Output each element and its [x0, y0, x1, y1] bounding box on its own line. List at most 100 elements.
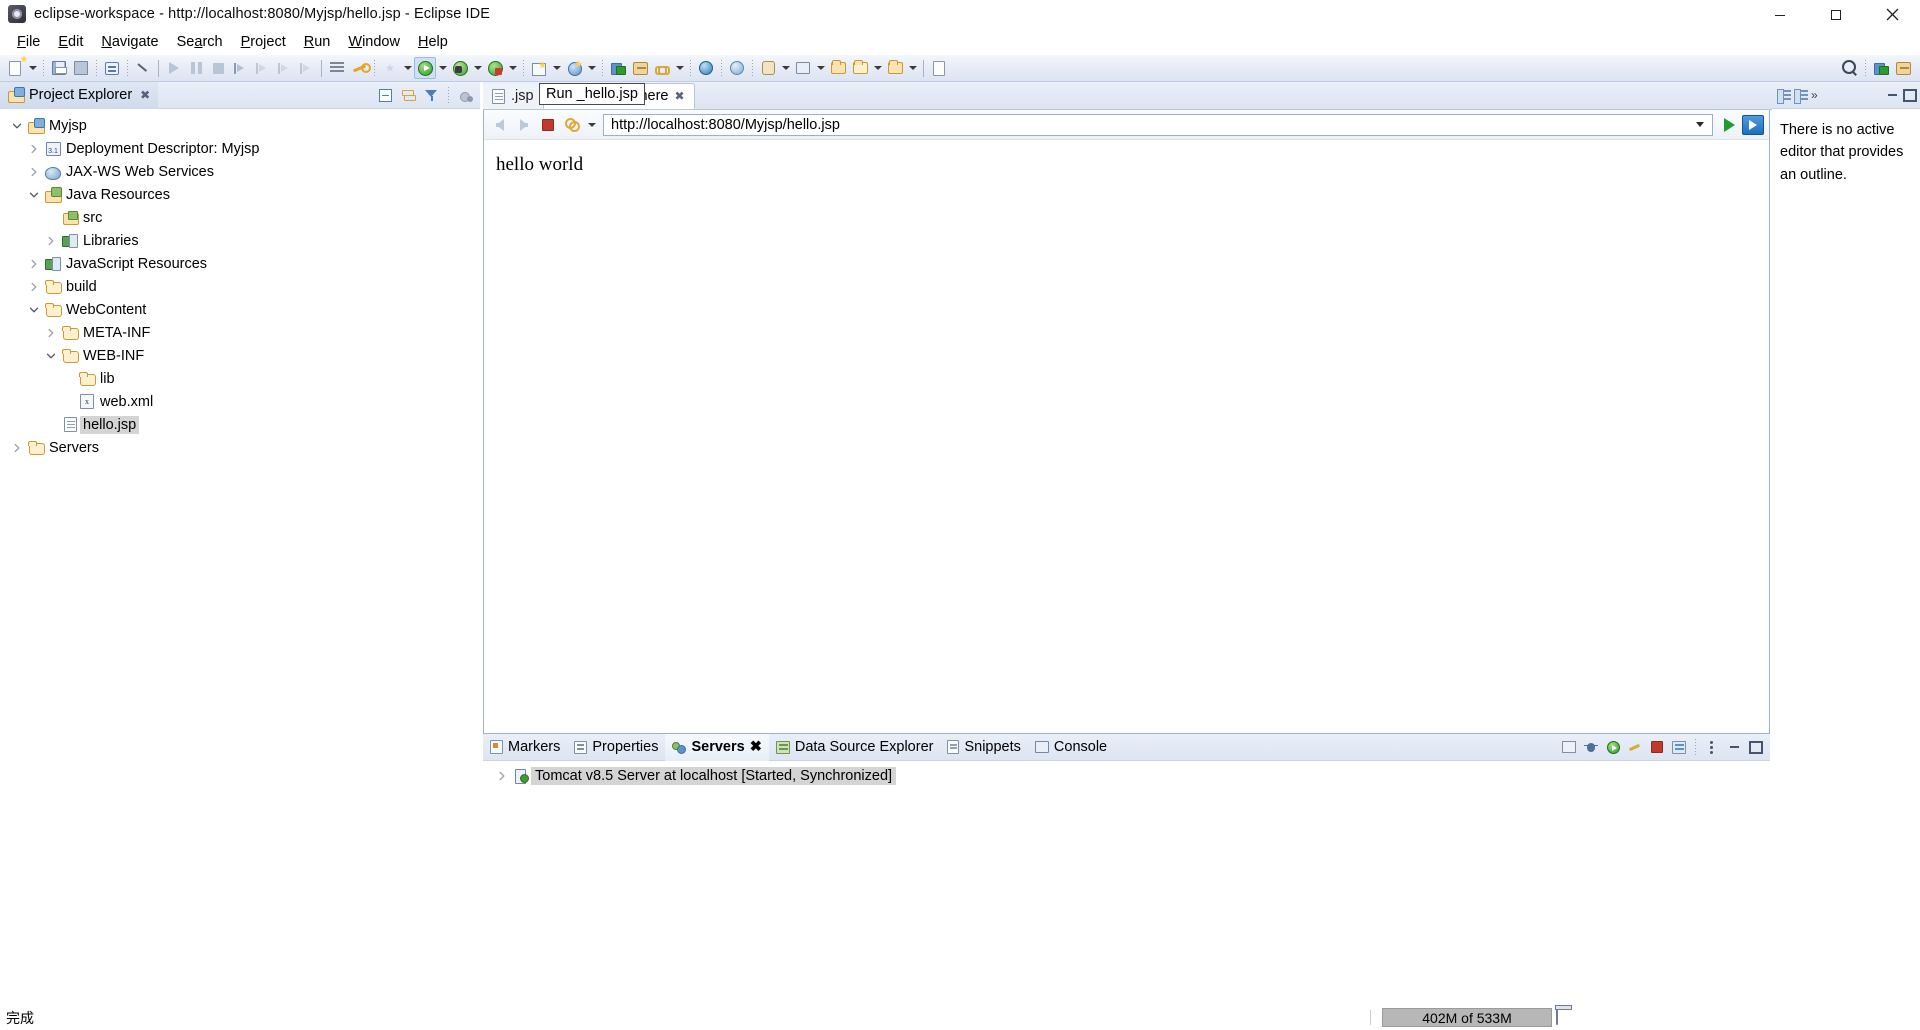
menu-run[interactable]: Run: [295, 32, 340, 52]
external-tools-icon[interactable]: [528, 57, 550, 79]
chevron-right-icon[interactable]: [25, 275, 43, 298]
view-filter-icon[interactable]: [421, 85, 442, 106]
tab-snippets[interactable]: Snippets: [940, 734, 1027, 761]
tree-item-java-resources[interactable]: Java Resources: [0, 183, 480, 206]
minimize-view-icon[interactable]: [1885, 88, 1900, 103]
close-icon[interactable]: ✖: [675, 89, 685, 103]
maximize-view-icon[interactable]: [1902, 88, 1917, 103]
menu-edit[interactable]: Edit: [49, 32, 92, 52]
open-task-dropdown-icon[interactable]: [814, 57, 827, 79]
run-dropdown-icon[interactable]: [436, 57, 449, 79]
tree-item-meta-inf[interactable]: META-INF: [0, 321, 480, 344]
stop-icon[interactable]: [537, 114, 559, 136]
link-icon[interactable]: [651, 57, 673, 79]
open-type-icon[interactable]: [757, 57, 779, 79]
terminate-icon[interactable]: [207, 57, 229, 79]
skip-breakpoints-icon[interactable]: [348, 57, 370, 79]
java-ee-perspective-icon[interactable]: [1892, 57, 1914, 79]
quick-access-pen-icon[interactable]: [132, 57, 154, 79]
tree-item-hello-jsp[interactable]: hello.jsp: [0, 413, 480, 436]
back-icon[interactable]: [489, 114, 511, 136]
new-wizard-2-icon[interactable]: [563, 57, 585, 79]
start-server-icon[interactable]: [1603, 737, 1623, 757]
tree-item-deployment-descriptor-myjsp[interactable]: 3.1Deployment Descriptor: Myjsp: [0, 137, 480, 160]
project-tree[interactable]: Myjsp3.1Deployment Descriptor: MyjspJAX-…: [0, 109, 480, 1004]
collapse-all-icon[interactable]: [375, 85, 396, 106]
editor-tab-jsp[interactable]: .jsp: [483, 83, 543, 109]
tree-item-webcontent[interactable]: WebContent: [0, 298, 480, 321]
globe-icon[interactable]: [695, 57, 717, 79]
chevron-right-icon[interactable]: [42, 229, 60, 252]
new-java-class-dropdown-icon[interactable]: [401, 57, 414, 79]
trash-icon[interactable]: [1556, 1008, 1572, 1027]
menu-file[interactable]: File: [8, 32, 49, 52]
url-dropdown-icon[interactable]: [1692, 115, 1708, 135]
chevron-down-icon[interactable]: [42, 344, 60, 367]
outline-icon[interactable]: [1777, 89, 1791, 102]
menu-search[interactable]: Search: [168, 32, 232, 52]
tab-properties[interactable]: Properties: [567, 734, 665, 761]
chevron-right-icon[interactable]: [8, 436, 26, 459]
tree-item-web-xml[interactable]: xweb.xml: [0, 390, 480, 413]
tree-item-build[interactable]: build: [0, 275, 480, 298]
profile-server-icon[interactable]: [1625, 737, 1645, 757]
previous-annotation-icon[interactable]: [827, 57, 849, 79]
tree-item-servers[interactable]: Servers: [0, 436, 480, 459]
maximize-icon[interactable]: [1746, 737, 1766, 757]
tree-item-jax-ws-web-services[interactable]: JAX-WS Web Services: [0, 160, 480, 183]
step-over-icon[interactable]: [251, 57, 273, 79]
next-annotation-icon[interactable]: [849, 57, 871, 79]
open-in-browser-icon[interactable]: [1742, 114, 1764, 136]
chevron-right-icon[interactable]: »: [1811, 88, 1818, 102]
chevron-right-icon[interactable]: [42, 321, 60, 344]
chevron-down-icon[interactable]: [585, 114, 598, 136]
run-on-server-dropdown-icon[interactable]: [506, 57, 519, 79]
chevron-down-icon[interactable]: [25, 183, 43, 206]
close-icon[interactable]: ✖: [750, 739, 762, 755]
open-perspective-icon[interactable]: [607, 57, 629, 79]
heap-status[interactable]: 402M of 533M: [1382, 1008, 1552, 1027]
print-icon[interactable]: [101, 57, 123, 79]
step-icon[interactable]: [229, 57, 251, 79]
external-tools-dropdown-icon[interactable]: [550, 57, 563, 79]
close-icon[interactable]: ✖: [140, 88, 150, 102]
servers-list[interactable]: Tomcat v8.5 Server at localhost [Started…: [483, 761, 1770, 1004]
chevron-down-icon[interactable]: [8, 114, 26, 137]
view-menu-icon[interactable]: [455, 85, 476, 106]
minimize-icon[interactable]: [1724, 737, 1744, 757]
close-button[interactable]: [1864, 0, 1920, 29]
tree-item-lib[interactable]: lib: [0, 367, 480, 390]
tree-item-libraries[interactable]: Libraries: [0, 229, 480, 252]
tab-project-explorer[interactable]: Project Explorer ✖: [0, 82, 158, 109]
tab-data-source-explorer[interactable]: Data Source Explorer: [769, 734, 941, 761]
annotation-dropdown-icon[interactable]: [871, 57, 884, 79]
forward-icon[interactable]: [513, 114, 535, 136]
maximize-button[interactable]: [1808, 0, 1864, 29]
stop-server-icon[interactable]: [1647, 737, 1667, 757]
last-edit-location-icon[interactable]: [884, 57, 906, 79]
debug-server-icon[interactable]: [1581, 737, 1601, 757]
chevron-right-icon[interactable]: [493, 765, 511, 788]
menu-help[interactable]: Help: [409, 32, 457, 52]
open-task-icon[interactable]: [792, 57, 814, 79]
menu-window[interactable]: Window: [339, 32, 409, 52]
web-browser-icon[interactable]: [726, 57, 748, 79]
pause-icon[interactable]: [185, 57, 207, 79]
chevron-right-icon[interactable]: [25, 137, 43, 160]
tree-item-javascript-resources[interactable]: JavaScript Resources: [0, 252, 480, 275]
new-java-class-icon[interactable]: [379, 57, 401, 79]
tree-item-web-inf[interactable]: WEB-INF: [0, 344, 480, 367]
step-return-icon[interactable]: [273, 57, 295, 79]
save-all-icon[interactable]: [70, 57, 92, 79]
task-list-icon[interactable]: [1794, 89, 1808, 102]
new-wizard-icon[interactable]: [4, 57, 26, 79]
debug-dropdown-icon[interactable]: [471, 57, 484, 79]
pin-editor-icon[interactable]: [928, 57, 950, 79]
open-perspective-button[interactable]: [1870, 57, 1892, 79]
url-input[interactable]: http://localhost:8080/Myjsp/hello.jsp: [603, 114, 1713, 136]
chevron-right-icon[interactable]: [25, 252, 43, 275]
link-dropdown-icon[interactable]: [673, 57, 686, 79]
publish-icon[interactable]: [1669, 737, 1689, 757]
menu-project[interactable]: Project: [232, 32, 295, 52]
run-last-icon[interactable]: [163, 57, 185, 79]
